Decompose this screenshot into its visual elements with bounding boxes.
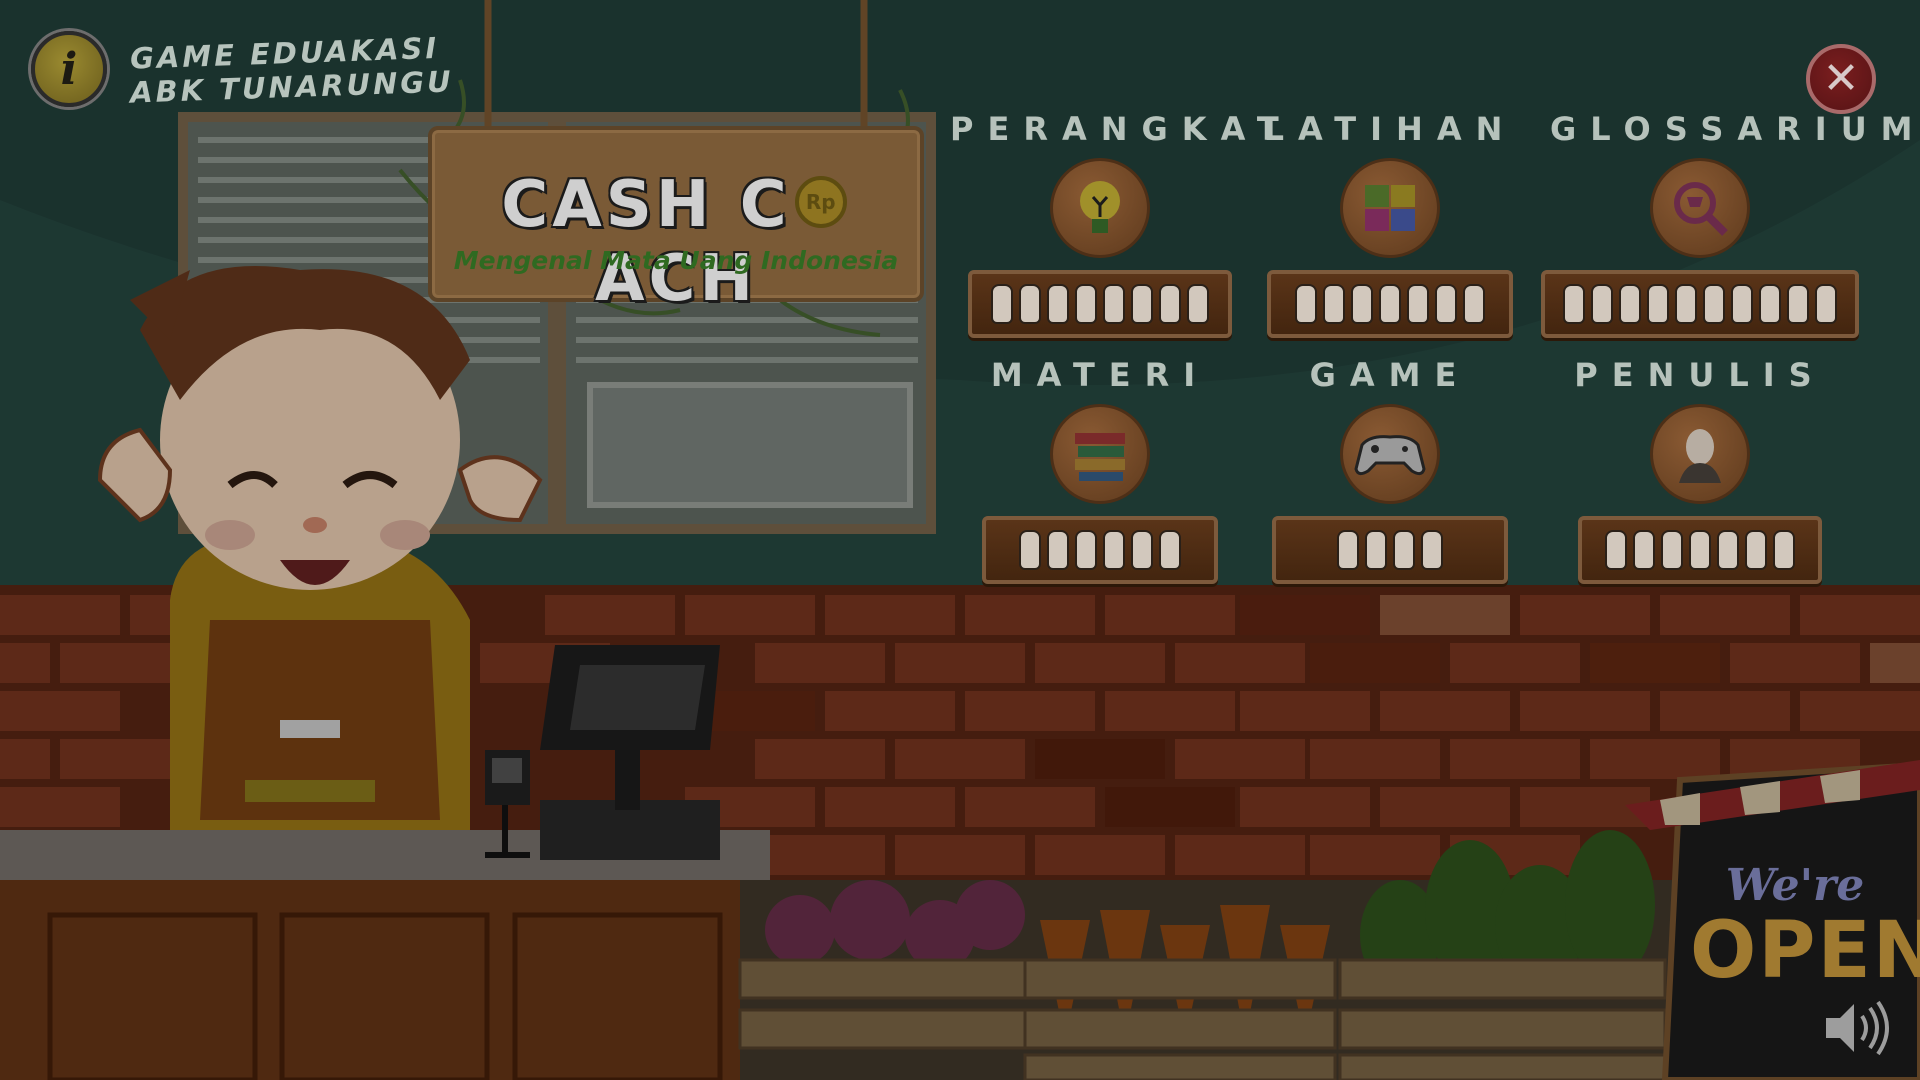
- sign-language-plank: [1272, 516, 1508, 584]
- sign-hand-icon: [1435, 284, 1457, 324]
- game-tagline: Mengenal Mata Uang Indonesia: [453, 246, 899, 275]
- sign-language-plank: [1541, 270, 1859, 338]
- sign-hand-icon: [1019, 530, 1041, 570]
- info-button[interactable]: i: [31, 31, 107, 107]
- sign-hand-icon: [1731, 284, 1753, 324]
- sign-hand-icon: [1421, 530, 1443, 570]
- sign-hand-icon: [1103, 284, 1125, 324]
- close-icon: ✕: [1822, 53, 1860, 104]
- sign-hand-icon: [1591, 284, 1613, 324]
- sign-hand-icon: [1563, 284, 1585, 324]
- menu-perangkat[interactable]: PERANGKAT: [950, 110, 1293, 350]
- gamepad-icon: [1340, 404, 1440, 504]
- sign-hand-icon: [1323, 284, 1345, 324]
- sign-hand-icon: [1159, 284, 1181, 324]
- author-portrait-icon: [1650, 404, 1750, 504]
- game-title-part1: CASH C: [501, 168, 791, 242]
- sign-hand-icon: [1187, 284, 1209, 324]
- game-scene: i GAME EDUAKASI ABK TUNARUNGU ✕ CASH C Rp…: [0, 0, 1920, 1080]
- sign-hand-icon: [1675, 284, 1697, 324]
- sign-hand-icon: [1075, 530, 1097, 570]
- sign-hand-icon: [1463, 284, 1485, 324]
- sign-hand-icon: [991, 284, 1013, 324]
- speaker-icon: [1826, 1000, 1889, 1056]
- sign-hand-icon: [1619, 284, 1641, 324]
- sign-hand-icon: [1605, 530, 1627, 570]
- sign-language-plank: [982, 516, 1218, 584]
- rupiah-coin-icon: Rp: [794, 176, 847, 229]
- sign-language-plank: [1578, 516, 1822, 584]
- sign-hand-icon: [1075, 284, 1097, 324]
- open-sign-line2: OPEN: [1690, 906, 1920, 996]
- title-signboard: CASH C RpACH Mengenal Mata Uang Indonesia: [428, 126, 924, 316]
- sign-hand-icon: [1407, 284, 1429, 324]
- sign-hand-icon: [1159, 530, 1181, 570]
- menu-materi[interactable]: MATERI: [950, 356, 1250, 596]
- sign-hand-icon: [1773, 530, 1795, 570]
- menu-label: GLOSSARIUM: [1550, 110, 1920, 148]
- sign-hand-icon: [1337, 530, 1359, 570]
- sign-hand-icon: [1703, 284, 1725, 324]
- sign-hand-icon: [1131, 530, 1153, 570]
- sign-hand-icon: [1047, 284, 1069, 324]
- sign-hand-icon: [1759, 284, 1781, 324]
- sign-hand-icon: [1103, 530, 1125, 570]
- sign-hand-icon: [1351, 284, 1373, 324]
- puzzle-icon: [1340, 158, 1440, 258]
- open-sign-line1: We're: [1725, 860, 1865, 911]
- menu-label: GAME: [1309, 356, 1471, 394]
- sign-hand-icon: [1689, 530, 1711, 570]
- game-subtitle: GAME EDUAKASI ABK TUNARUNGU: [130, 31, 455, 110]
- lightbulb-icon: [1050, 158, 1150, 258]
- menu-label: MATERI: [990, 356, 1210, 394]
- sound-button[interactable]: [1820, 998, 1890, 1058]
- sign-hand-icon: [1633, 530, 1655, 570]
- sign-hand-icon: [1717, 530, 1739, 570]
- game-title: CASH C RpACH: [432, 168, 920, 316]
- info-icon: i: [60, 43, 78, 95]
- sign-language-plank: [1267, 270, 1513, 338]
- sign-hand-icon: [1379, 284, 1401, 324]
- menu-label: PERANGKAT: [950, 110, 1293, 148]
- sign-hand-icon: [1019, 284, 1041, 324]
- sign-hand-icon: [1295, 284, 1317, 324]
- menu-label: PENULIS: [1574, 356, 1826, 394]
- magnifier-cart-icon: [1650, 158, 1750, 258]
- menu-game[interactable]: GAME: [1240, 356, 1540, 596]
- sign-hand-icon: [1131, 284, 1153, 324]
- books-icon: [1050, 404, 1150, 504]
- sign-hand-icon: [1393, 530, 1415, 570]
- menu-penulis[interactable]: PENULIS: [1550, 356, 1850, 596]
- sign-hand-icon: [1787, 284, 1809, 324]
- sign-hand-icon: [1745, 530, 1767, 570]
- sign-language-plank: [968, 270, 1232, 338]
- sign-hand-icon: [1661, 530, 1683, 570]
- open-sign: We're OPEN: [1690, 860, 1920, 996]
- menu-glossarium[interactable]: GLOSSARIUM: [1541, 110, 1920, 350]
- close-button[interactable]: ✕: [1806, 44, 1876, 114]
- menu-latihan[interactable]: LATIHAN: [1240, 110, 1540, 350]
- sign-hand-icon: [1815, 284, 1837, 324]
- sign-hand-icon: [1365, 530, 1387, 570]
- sign-hand-icon: [1647, 284, 1669, 324]
- sign-hand-icon: [1047, 530, 1069, 570]
- menu-label: LATIHAN: [1263, 110, 1517, 148]
